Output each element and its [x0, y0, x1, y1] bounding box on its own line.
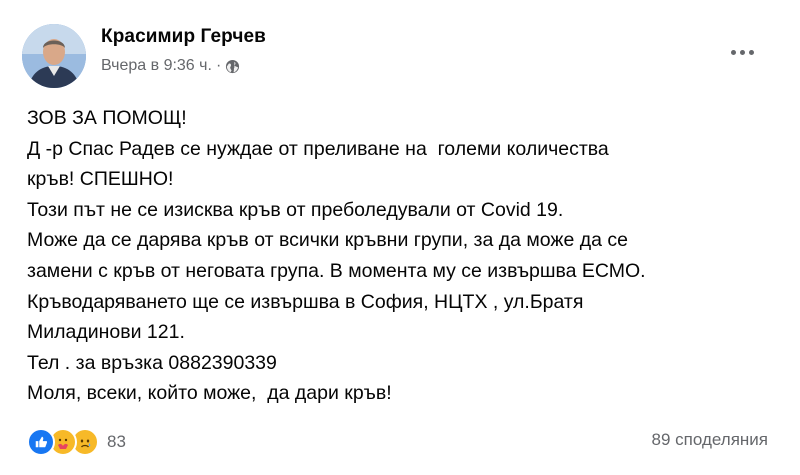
meta-separator: ·	[215, 57, 222, 74]
post-line: Кръводаряването ще се извършва в София, …	[27, 290, 584, 313]
avatar-image	[22, 24, 86, 88]
post-line: Този път не се изисква кръв от преболеду…	[27, 198, 564, 221]
post-line: Може да се дарява кръв от всички кръвни …	[27, 229, 628, 252]
post-body: ЗОВ ЗА ПОМОЩ! Д -р Спас Радев се нуждае …	[27, 103, 787, 409]
author-name[interactable]: Красимир Герчев	[101, 26, 266, 48]
reaction-count: 83	[107, 432, 126, 451]
post-line: ЗОВ ЗА ПОМОЩ!	[27, 107, 187, 129]
post-line: Миладинови 121.	[27, 321, 185, 344]
shares-count-link[interactable]: 89 споделяния	[652, 430, 768, 450]
avatar[interactable]	[22, 24, 86, 88]
post-line: Тел . за връзка 0882390339	[27, 351, 277, 374]
globe-icon[interactable]	[225, 59, 240, 74]
post-meta: Вчера в 9:36 ч. ·	[101, 57, 240, 75]
like-icon	[27, 428, 55, 456]
more-options-icon[interactable]	[722, 40, 762, 64]
post-line: Д -р Спас Радев се нуждае от преливане н…	[27, 137, 609, 160]
post-line: Моля, всеки, който може, да дари кръв!	[27, 382, 392, 405]
post-line: замени с кръв от неговата група. В момен…	[27, 259, 646, 282]
post-timestamp[interactable]: Вчера в 9:36 ч.	[101, 57, 212, 75]
facebook-post: Красимир Герчев Вчера в 9:36 ч. · ЗОВ ЗА…	[0, 0, 800, 475]
post-line: кръв! СПЕШНО!	[27, 168, 174, 191]
reactions-summary[interactable]: 83	[27, 428, 126, 456]
